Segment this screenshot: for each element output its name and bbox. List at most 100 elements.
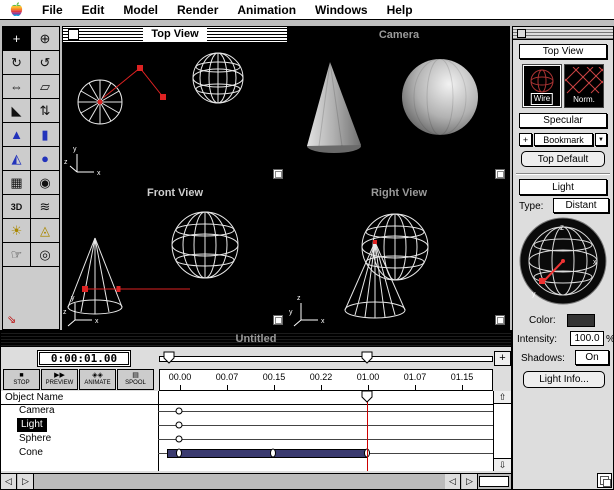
ruler-tick-label: 01.15	[451, 372, 474, 382]
cone-animation-bar[interactable]	[167, 449, 368, 458]
scroll-right-button[interactable]: ▷	[462, 474, 478, 489]
viewport-grow-icon[interactable]	[495, 169, 505, 179]
stop-button[interactable]: ■ STOP	[3, 369, 40, 390]
scroll-right-button[interactable]: ▷	[18, 474, 34, 489]
object-popup[interactable]: Light	[519, 179, 607, 195]
terrain-tool-button[interactable]: ≋	[31, 195, 59, 219]
sphere-primitive-tool-button[interactable]: ●	[31, 147, 59, 171]
timeline-horizontal-scrollbar[interactable]: ◁ ▷ ◁ ▷	[1, 473, 511, 489]
view-selector-popup[interactable]: Top View	[519, 44, 607, 59]
keyframe-marker[interactable]	[176, 422, 183, 429]
apple-menu-icon[interactable]	[10, 2, 23, 17]
front-view-canvas[interactable]: y x z	[63, 200, 287, 329]
menu-windows[interactable]: Windows	[315, 3, 368, 17]
light-direction-handle[interactable]	[539, 278, 545, 284]
timeline-ruler[interactable]: 00.00 00.07 00.15 00.22 01.00 01.07 01.1…	[159, 369, 493, 391]
normal-mode-button[interactable]: Norm.	[564, 64, 604, 108]
bookmark-add-button[interactable]: +	[519, 133, 532, 146]
pan-tool-button[interactable]: ⊕	[31, 27, 59, 51]
cylinder-primitive-tool-button[interactable]: ▮	[31, 123, 59, 147]
menu-help[interactable]: Help	[387, 3, 413, 17]
front-view-titlebar[interactable]: Front View	[63, 185, 287, 200]
move-tool-button[interactable]: +	[3, 27, 31, 51]
camera-titlebar[interactable]: Camera	[289, 27, 509, 42]
range-end-handle[interactable]	[361, 351, 373, 364]
wireframe-mode-button[interactable]: Wire	[522, 64, 562, 108]
svg-text:y: y	[289, 309, 293, 316]
orbit-tool-button[interactable]: ↺	[31, 51, 59, 75]
scale-tool-button[interactable]: ⇔	[3, 75, 31, 99]
wall-tool-button[interactable]: ▦	[3, 171, 31, 195]
right-view-canvas[interactable]: z x y	[289, 200, 509, 329]
menu-edit[interactable]: Edit	[82, 3, 105, 17]
stretch-tool-button[interactable]: ⇅	[31, 99, 59, 123]
intensity-field[interactable]	[570, 331, 604, 346]
cone-primitive-tool-button[interactable]: ▲	[3, 123, 31, 147]
light-direction-trackball[interactable]: z x y	[519, 217, 607, 305]
scroll-down-button[interactable]: ⇩	[494, 458, 511, 471]
scrollbar-thumb[interactable]	[479, 476, 509, 487]
inspector-titlebar[interactable]	[513, 27, 613, 40]
shadows-popup[interactable]: On	[575, 350, 609, 365]
light-color-swatch[interactable]	[567, 314, 595, 327]
motion-path[interactable]	[98, 66, 166, 105]
skew-tool-button[interactable]: ▱	[31, 75, 59, 99]
stop-label: STOP	[13, 380, 29, 387]
keyframe-marker[interactable]	[176, 408, 183, 415]
zoom-tool-button[interactable]: ◎	[31, 243, 59, 267]
top-default-button[interactable]: Top Default	[521, 151, 605, 167]
camera-canvas[interactable]	[289, 42, 509, 183]
menu-render[interactable]: Render	[177, 3, 218, 17]
scroll-left-button[interactable]: ◁	[1, 474, 17, 489]
range-start-handle[interactable]	[163, 351, 175, 364]
animate-button[interactable]: ◈◈ ANIMATE	[79, 369, 116, 390]
rotate-tool-button[interactable]: ↻	[3, 51, 31, 75]
keyframe-marker[interactable]	[270, 449, 276, 458]
svg-text:y: y	[71, 295, 75, 302]
top-view-canvas[interactable]: y x z	[63, 42, 287, 183]
hand-tool-button[interactable]: ☞	[3, 243, 31, 267]
object-row-light[interactable]: Light	[17, 418, 47, 432]
menu-animation[interactable]: Animation	[237, 3, 296, 17]
scroll-left-button[interactable]: ◁	[445, 474, 461, 489]
object-row-camera[interactable]: Camera	[19, 404, 55, 418]
type-popup[interactable]: Distant	[553, 198, 609, 213]
text-3d-tool-button[interactable]: 3D	[3, 195, 31, 219]
viewport-grow-icon[interactable]	[273, 169, 283, 179]
keyframe-marker[interactable]	[373, 240, 377, 244]
close-box-icon[interactable]	[517, 29, 526, 38]
pyramid-primitive-tool-button[interactable]: ◭	[3, 147, 31, 171]
lathe-tool-button[interactable]: ◉	[31, 171, 59, 195]
timeline-titlebar[interactable]: Untitled	[1, 331, 511, 347]
bookmark-popup[interactable]: Bookmark	[534, 133, 593, 146]
motion-path[interactable]	[83, 287, 191, 292]
timeline-range-track[interactable]	[159, 356, 493, 362]
light-info-button[interactable]: Light Info...	[523, 371, 605, 388]
scroll-up-button[interactable]: ⇧	[494, 391, 511, 404]
animate-label: ANIMATE	[84, 380, 110, 387]
object-row-cone[interactable]: Cone	[19, 446, 43, 460]
light-tool-button[interactable]: ☀	[3, 219, 31, 243]
window-grow-box[interactable]	[597, 473, 612, 488]
viewport-grow-icon[interactable]	[273, 315, 283, 325]
preview-button[interactable]: ▶▶ PREVIEW	[41, 369, 78, 390]
current-time-display[interactable]: 0:00:01.00	[37, 350, 131, 367]
viewport-grow-icon[interactable]	[495, 315, 505, 325]
top-view-titlebar[interactable]: Top View	[63, 27, 287, 42]
close-box-icon[interactable]	[68, 29, 79, 40]
playhead-handle[interactable]	[361, 390, 373, 403]
spool-button[interactable]: ▤ SPOOL	[117, 369, 154, 390]
object-row-sphere[interactable]: Sphere	[19, 432, 51, 446]
shading-popup[interactable]: Specular	[519, 113, 607, 128]
spotlight-tool-button[interactable]: ◬	[31, 219, 59, 243]
right-view-titlebar[interactable]: Right View	[289, 185, 509, 200]
add-track-button[interactable]: +	[494, 351, 511, 366]
preview-label: PREVIEW	[46, 380, 74, 387]
menu-file[interactable]: File	[42, 3, 63, 17]
keyframe-marker[interactable]	[176, 436, 183, 443]
menu-model[interactable]: Model	[123, 3, 158, 17]
taper-tool-button[interactable]: ◣	[3, 99, 31, 123]
bookmark-arrow-button[interactable]: ▼	[595, 133, 607, 146]
keyframe-marker[interactable]	[176, 449, 182, 458]
track-vertical-scrollbar[interactable]: ⇧ ⇩	[493, 391, 511, 471]
